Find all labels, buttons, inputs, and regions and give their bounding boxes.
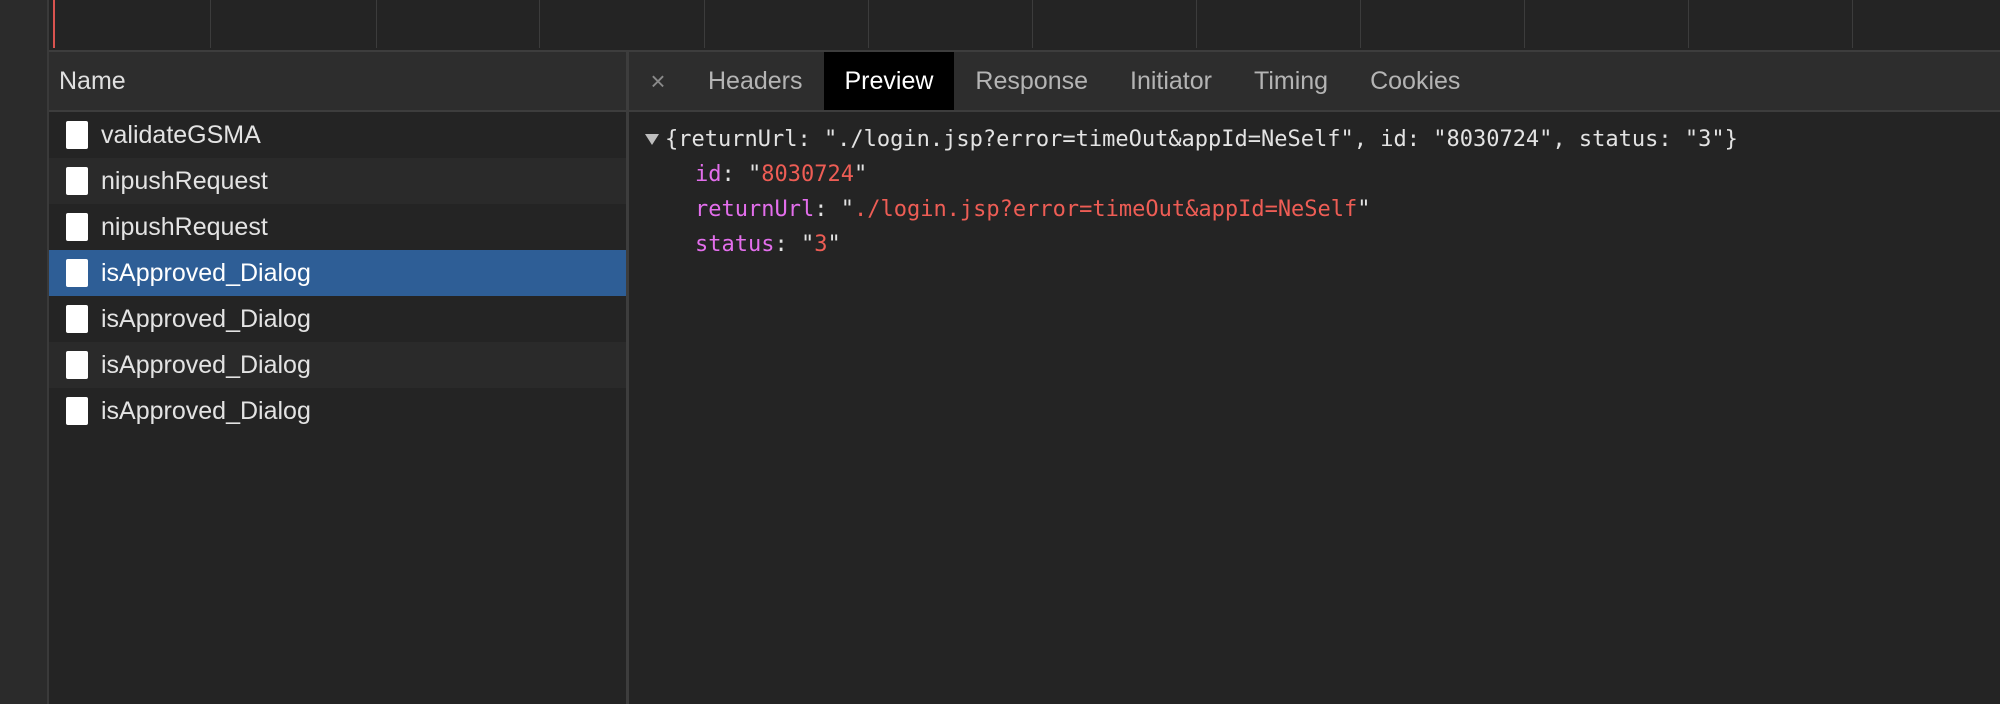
tab-initiator[interactable]: Initiator bbox=[1109, 52, 1233, 110]
timeline-gridline bbox=[210, 0, 211, 48]
tab-preview[interactable]: Preview bbox=[823, 52, 955, 110]
request-row[interactable]: isApproved_Dialog bbox=[49, 388, 626, 434]
json-property: returnUrl: "./login.jsp?error=timeOut&ap… bbox=[695, 197, 1371, 222]
request-name: nipushRequest bbox=[101, 212, 268, 241]
document-icon bbox=[66, 397, 88, 425]
timeline-gridline bbox=[868, 0, 869, 48]
json-key: status bbox=[695, 232, 775, 257]
document-icon bbox=[66, 213, 88, 241]
json-property: id: "8030724" bbox=[695, 162, 868, 187]
document-icon bbox=[66, 351, 88, 379]
request-row[interactable]: nipushRequest bbox=[49, 158, 626, 204]
request-row-selected[interactable]: isApproved_Dialog bbox=[49, 250, 626, 296]
timeline-gridline bbox=[1524, 0, 1525, 48]
tab-response[interactable]: Response bbox=[954, 52, 1109, 110]
timeline-overview[interactable] bbox=[49, 0, 2000, 52]
request-name: isApproved_Dialog bbox=[101, 304, 311, 333]
request-name: nipushRequest bbox=[101, 166, 268, 195]
json-key: returnUrl bbox=[695, 197, 815, 222]
document-icon bbox=[66, 305, 88, 333]
request-row[interactable]: nipushRequest bbox=[49, 204, 626, 250]
timeline-marker bbox=[53, 0, 55, 48]
request-row[interactable]: isApproved_Dialog bbox=[49, 296, 626, 342]
tab-headers[interactable]: Headers bbox=[687, 52, 824, 110]
timeline-gridline bbox=[376, 0, 377, 48]
request-name: isApproved_Dialog bbox=[101, 258, 311, 287]
timeline-gridline bbox=[1360, 0, 1361, 48]
timeline-gridline bbox=[1196, 0, 1197, 48]
timeline-gridline bbox=[539, 0, 540, 48]
detail-tab-bar: × Headers Preview Response Initiator Tim… bbox=[629, 52, 2000, 112]
json-string-value: ./login.jsp?error=timeOut&appId=NeSelf bbox=[853, 197, 1358, 222]
request-detail-panel: × Headers Preview Response Initiator Tim… bbox=[629, 52, 2000, 704]
document-icon bbox=[66, 259, 88, 287]
document-icon bbox=[66, 121, 88, 149]
json-preview: {returnUrl: "./login.jsp?error=timeOut&a… bbox=[629, 112, 2000, 262]
json-summary-text: {returnUrl: "./login.jsp?error=timeOut&a… bbox=[665, 127, 1738, 152]
name-column-header-label: Name bbox=[59, 66, 126, 95]
request-list-panel: Name validateGSMA nipushRequest nipushRe… bbox=[49, 52, 629, 704]
timeline-gridline bbox=[704, 0, 705, 48]
json-key: id bbox=[695, 162, 722, 187]
timeline-gridline bbox=[1032, 0, 1033, 48]
document-icon bbox=[66, 167, 88, 195]
expand-triangle-icon[interactable] bbox=[645, 134, 659, 145]
request-row[interactable]: validateGSMA bbox=[49, 112, 626, 158]
request-name: isApproved_Dialog bbox=[101, 396, 311, 425]
timeline-gridline bbox=[1688, 0, 1689, 48]
json-property: status: "3" bbox=[695, 232, 841, 257]
close-icon[interactable]: × bbox=[629, 66, 687, 97]
timeline-gridline bbox=[1852, 0, 1853, 48]
tab-timing[interactable]: Timing bbox=[1233, 52, 1349, 110]
left-gutter bbox=[0, 0, 49, 704]
json-string-value: 3 bbox=[814, 232, 828, 257]
request-name: validateGSMA bbox=[101, 120, 261, 149]
request-list: validateGSMA nipushRequest nipushRequest… bbox=[49, 112, 626, 434]
json-string-value: 8030724 bbox=[761, 162, 854, 187]
request-row[interactable]: isApproved_Dialog bbox=[49, 342, 626, 388]
name-column-header[interactable]: Name bbox=[49, 52, 626, 112]
tab-cookies[interactable]: Cookies bbox=[1349, 52, 1481, 110]
json-object-summary[interactable]: {returnUrl: "./login.jsp?error=timeOut&a… bbox=[645, 122, 2000, 157]
request-name: isApproved_Dialog bbox=[101, 350, 311, 379]
